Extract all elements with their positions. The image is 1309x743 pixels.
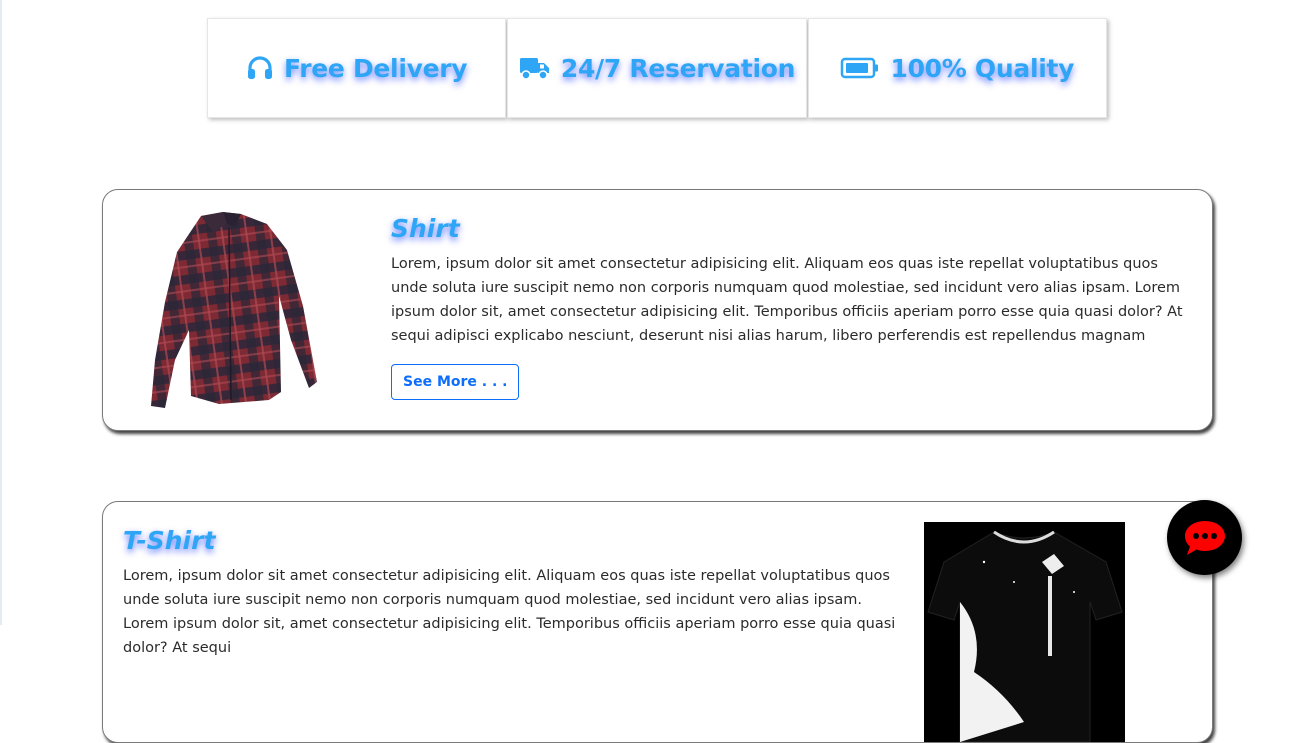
headphones-icon	[246, 55, 274, 81]
tshirt-image	[924, 522, 1125, 742]
battery-icon	[840, 56, 880, 80]
feature-label: Free Delivery	[284, 53, 468, 83]
feature-reservation: 24/7 Reservation	[507, 18, 807, 118]
features-bar: Free Delivery 24/7 Reservation 100% Qual…	[207, 18, 1107, 118]
chat-button[interactable]	[1167, 500, 1242, 575]
chat-bubble-icon	[1183, 519, 1227, 557]
truck-icon	[519, 55, 551, 81]
shirt-image	[131, 210, 321, 410]
product-title: T-Shirt	[123, 526, 216, 555]
page-left-border	[0, 0, 2, 625]
feature-label: 100% Quality	[890, 53, 1075, 83]
feature-free-delivery: Free Delivery	[207, 18, 507, 118]
feature-quality: 100% Quality	[807, 18, 1107, 118]
product-description: Lorem, ipsum dolor sit amet consectetur …	[123, 568, 896, 656]
feature-label: 24/7 Reservation	[560, 53, 796, 83]
product-description: Lorem, ipsum dolor sit amet consectetur …	[391, 256, 1183, 344]
product-card-tshirt: T-Shirt Lorem, ipsum dolor sit amet cons…	[102, 501, 1213, 743]
see-more-button[interactable]: See More . . .	[391, 364, 520, 400]
product-card-shirt: Shirt Lorem, ipsum dolor sit amet consec…	[102, 189, 1213, 431]
product-title: Shirt	[391, 214, 460, 243]
